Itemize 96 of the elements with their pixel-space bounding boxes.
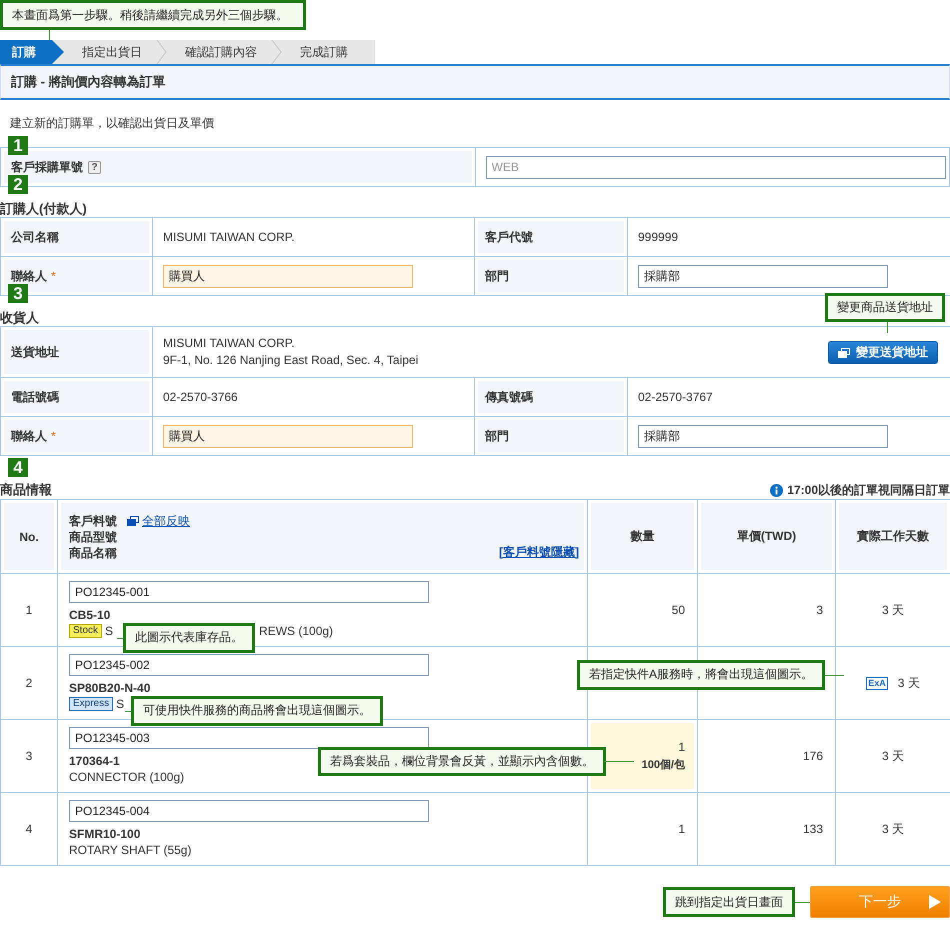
lead-time: 3 天 [882,820,904,838]
callout: 此圖示代表庫存品。 [123,622,255,652]
column-header: 商品名稱 [69,544,117,560]
label-text: 客戶代號 [485,230,533,244]
column-header: 數量 [588,500,698,574]
lead-time: 3 天 [882,602,904,618]
address-line: 9F-1, No. 126 Nanjing East Road, Sec. 4, Taipei [163,352,418,369]
step-number-badge: 4 [8,458,28,477]
column-header: 商品型號 [69,528,117,544]
label-text: 送貨地址 [11,344,59,358]
hide-part-number-link[interactable]: [客戶料號隱藏] [499,544,579,560]
leader-line [825,674,844,676]
step-number-badge: 3 [8,284,28,303]
text-field[interactable]: 採購部 [638,424,888,448]
label-text: 傳真號碼 [485,390,533,404]
lead-time: 3 天 [882,748,904,764]
callout: 可使用快件服務的商品將會出現這個圖示。 [131,696,383,726]
label-text: 公司名稱 [11,230,59,244]
quantity-value: 1 [678,822,685,836]
section-heading: 收貨人 [0,309,40,326]
help-icon[interactable]: ? [88,160,101,174]
part-number-field[interactable]: PO12345-001 [69,580,429,602]
column-header: 實際工作天數 [836,500,950,574]
part-number-field[interactable]: PO12345-003 [69,726,429,748]
required-mark: * [51,428,56,442]
label-text: 聯絡人 [11,428,47,442]
page-title: 訂購 - 將詢價內容轉為訂單 [11,73,166,91]
quantity-value: 1 [678,740,685,754]
address-line: MISUMI TAIWAN CORP. [163,335,296,352]
info-icon [770,484,784,497]
column-header: No. [0,500,58,574]
callout: 跳到指定出貨日畫面 [663,887,795,917]
unit-price: 133 [802,822,823,836]
model-number: CB5-10 [69,608,110,622]
change-address-button[interactable]: 變更送貨地址 [828,340,938,364]
product-name: S [105,622,114,640]
label-text: 聯絡人 [11,268,47,282]
leader-line [125,710,131,712]
section-heading: 訂購人(付款人) [0,200,88,217]
model-number: SFMR10-100 [69,826,140,842]
express-a-icon: ExA [866,676,888,690]
text-field[interactable]: 採購部 [638,264,888,288]
row-number: 2 [0,646,58,720]
text-field[interactable]: 購買人 [163,264,413,288]
express-tag: Express [69,697,114,711]
callout: 本畫面爲第一步驟。稍後請繼續完成另外三個步驟。 [0,0,306,30]
label-text: 部門 [485,428,509,442]
step-label: 指定出貨日 [81,44,143,61]
step-label: 完成訂購 [299,44,349,61]
text-field[interactable]: WEB [486,156,946,178]
step-label: 確認訂購內容 [184,44,258,61]
callout: 變更商品送貨地址 [825,293,945,322]
label-text: 電話號碼 [11,390,59,404]
notice-text: 17:00以後的訂單視同隔日訂單 [787,482,950,499]
callout: 若爲套裝品，欄位背景會反黃，並顯示內含個數。 [318,746,606,776]
row-number: 3 [0,720,58,792]
intro-text: 建立新的訂購單，以確認出貨日及單價 [9,115,215,132]
leader-line [604,760,634,762]
window-icon [127,515,139,526]
unit-price: 3 [816,603,823,617]
part-number-field[interactable]: PO12345-002 [69,654,429,676]
leader-line [49,30,50,40]
chevron-icon [271,40,282,64]
text-field[interactable]: 購買人 [163,424,413,448]
field-value: 02-2570-3766 [163,388,239,406]
unit-price: 176 [802,749,823,763]
field-value: 02-2570-3767 [638,388,714,406]
callout: 若指定快件A服務時，將會出現這個圖示。 [576,660,825,690]
required-mark: * [51,268,56,282]
step-number-badge: 1 [8,136,28,155]
step-number-badge: 2 [8,175,28,194]
chevron-icon [156,40,167,64]
leader-line [887,322,888,333]
model-number: SP80B20-N-40 [69,680,150,696]
lead-time: 3 天 [898,674,920,692]
field-value: 999999 [638,228,680,246]
product-name: REWS (100g) [259,622,334,640]
quantity-value: 50 [672,603,685,617]
row-number: 4 [0,792,58,866]
window-icon [838,346,850,358]
field-value: MISUMI TAIWAN CORP. [163,228,296,246]
column-header: 單價(TWD) [698,500,836,574]
section-heading: 商品情報 [0,481,52,499]
pack-note: 100個/包 [642,758,685,772]
product-name: CONNECTOR (100g) [69,768,184,786]
play-icon [929,895,941,909]
reflect-all-link[interactable]: 全部反映 [127,512,190,528]
stock-tag: Stock [69,624,102,638]
product-name: S [116,696,124,712]
row-number: 1 [0,574,58,646]
product-name: ROTARY SHAFT (55g) [69,842,192,858]
column-header: 客戶料號 [69,512,117,528]
label-text: 部門 [485,268,509,282]
part-number-field[interactable]: PO12345-004 [69,800,429,822]
model-number: 170364-1 [69,754,120,768]
label-text: 客戶採購單號 [11,160,83,174]
